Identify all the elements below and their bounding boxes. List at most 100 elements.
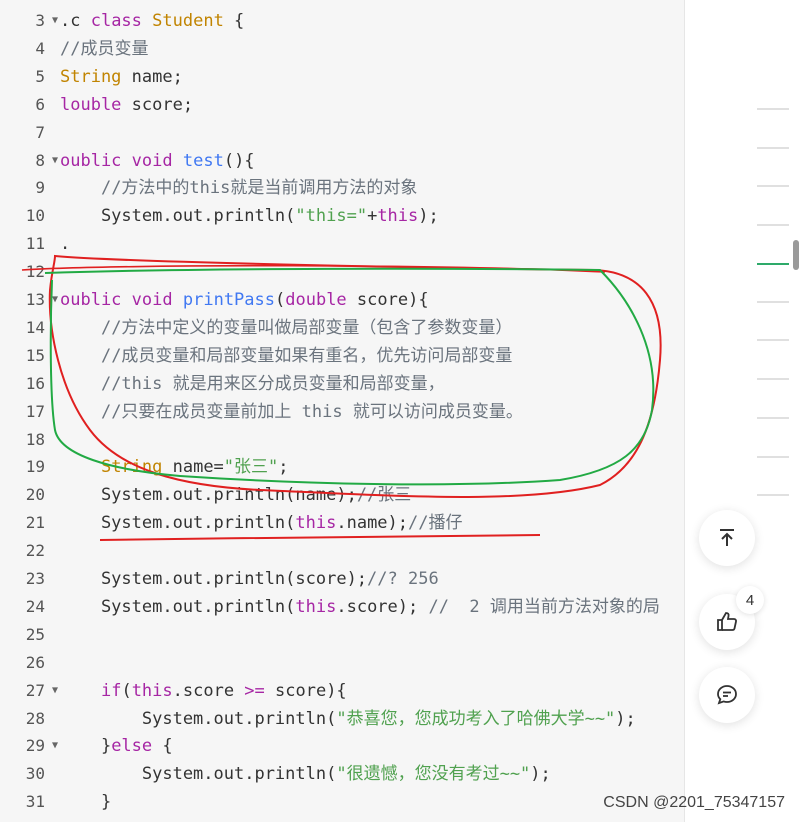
back-to-top-button[interactable] bbox=[699, 510, 755, 566]
code-text: if(this.score >= score){ bbox=[60, 677, 347, 705]
fold-caret-icon[interactable]: ▼ bbox=[52, 286, 58, 314]
code-line[interactable]: 22 bbox=[0, 537, 684, 565]
code-token: ); bbox=[615, 708, 636, 729]
code-token: } bbox=[60, 792, 112, 813]
code-token: score; bbox=[121, 94, 194, 115]
code-text: //只要在成员变量前加上 this 就可以访问成员变量。 bbox=[60, 398, 523, 426]
code-line[interactable]: 24 System.out.println(this.score); // 2 … bbox=[0, 593, 684, 621]
line-number: 23 bbox=[25, 569, 45, 588]
code-line[interactable]: 27 ▼ if(this.score >= score){ bbox=[0, 677, 684, 705]
code-line[interactable]: 31 } bbox=[0, 788, 684, 816]
code-token: this bbox=[377, 206, 419, 227]
line-number: 13 bbox=[25, 290, 45, 309]
thumbs-up-icon bbox=[717, 612, 737, 631]
code-line[interactable]: 4 //成员变量 bbox=[0, 35, 684, 63]
code-token: //方法中定义的变量叫做局部变量（包含了参数变量） bbox=[100, 317, 513, 338]
code-token: printPass bbox=[182, 290, 275, 310]
minimap-tick-active[interactable] bbox=[757, 263, 789, 265]
code-token: ; bbox=[278, 457, 289, 478]
code-line[interactable]: 14 //方法中定义的变量叫做局部变量（包含了参数变量） bbox=[0, 314, 684, 342]
code-line[interactable]: 26 bbox=[0, 649, 684, 677]
fold-caret-icon[interactable]: ▼ bbox=[52, 147, 58, 175]
code-token: //方法中的this就是当前调用方法的对象 bbox=[100, 178, 418, 199]
code-token: score){ bbox=[346, 290, 429, 310]
code-line[interactable]: 5 String name; bbox=[0, 63, 684, 91]
code-text: String name; bbox=[60, 63, 183, 91]
code-line[interactable]: 18 bbox=[0, 426, 684, 454]
code-line[interactable]: 20 System.out.println(name);//张三 bbox=[0, 481, 684, 509]
fold-caret-icon[interactable]: ▼ bbox=[52, 732, 58, 760]
code-token: //? 256 bbox=[367, 569, 439, 589]
line-number: 16 bbox=[25, 373, 45, 393]
comment-button[interactable] bbox=[699, 667, 755, 723]
code-token: .c bbox=[60, 11, 91, 31]
line-number: 19 bbox=[25, 457, 45, 477]
code-text: //成员变量 bbox=[60, 35, 149, 63]
line-number: 5 bbox=[35, 66, 45, 86]
line-number: 14 bbox=[25, 317, 45, 337]
minimap-tick bbox=[757, 108, 789, 110]
code-line[interactable]: 30 System.out.println("很遗憾，您没有考过~~"); bbox=[0, 760, 684, 788]
line-number: 9 bbox=[35, 178, 45, 198]
code-text: oublic void test(){ bbox=[60, 147, 255, 175]
code-text: //方法中的this就是当前调用方法的对象 bbox=[60, 174, 417, 202]
code-token: System.out.println( bbox=[60, 206, 296, 227]
code-line[interactable]: 6 louble score; bbox=[0, 91, 684, 119]
code-token: System.out.println( bbox=[60, 513, 296, 534]
code-line[interactable]: 21 System.out.println(this.name);//播仔 bbox=[0, 509, 684, 537]
code-token: String bbox=[60, 66, 122, 87]
line-number: 4 bbox=[35, 38, 45, 58]
code-text: //方法中定义的变量叫做局部变量（包含了参数变量） bbox=[60, 314, 512, 342]
scrollbar-handle[interactable] bbox=[793, 240, 799, 270]
line-number: 28 bbox=[25, 708, 45, 728]
code-line[interactable]: 19 String name="张三"; bbox=[0, 453, 684, 481]
code-token: System.out.println( bbox=[60, 596, 296, 617]
minimap-tick bbox=[757, 417, 789, 419]
code-line[interactable]: 12 bbox=[0, 258, 684, 286]
fold-caret-icon[interactable]: ▼ bbox=[52, 677, 58, 705]
line-number: 6 bbox=[35, 94, 45, 114]
code-text: //成员变量和局部变量如果有重名，优先访问局部变量 bbox=[60, 342, 512, 370]
code-token: //播仔 bbox=[408, 513, 463, 534]
code-line[interactable]: 16 //this 就是用来区分成员变量和局部变量， bbox=[0, 370, 684, 398]
code-token: Student bbox=[152, 11, 224, 31]
code-line[interactable]: 3 ▼ .c class Student { bbox=[0, 7, 684, 35]
code-line[interactable]: 10 System.out.println("this="+this); bbox=[0, 202, 684, 230]
line-number: 27 bbox=[25, 680, 45, 700]
code-line[interactable]: 28 System.out.println("恭喜您，您成功考入了哈佛大学~~"… bbox=[0, 705, 684, 733]
code-token: ); bbox=[418, 206, 439, 227]
line-number: 3 bbox=[35, 11, 45, 30]
code-line[interactable]: 23 System.out.println(score);//? 256 bbox=[0, 565, 684, 593]
code-editor[interactable]: 3 ▼ .c class Student {4//成员变量 5 String name;… bbox=[0, 0, 684, 822]
line-number: 12 bbox=[25, 262, 45, 282]
code-line[interactable]: 8 ▼ oublic void test(){ bbox=[0, 147, 684, 175]
fold-caret-icon[interactable]: ▼ bbox=[52, 7, 58, 35]
arrow-to-top-icon bbox=[720, 529, 734, 546]
code-line[interactable]: 17 //只要在成员变量前加上 this 就可以访问成员变量。 bbox=[0, 398, 684, 426]
code-text: . bbox=[60, 230, 70, 258]
line-number: 20 bbox=[25, 485, 45, 505]
code-line[interactable]: 15 //成员变量和局部变量如果有重名，优先访问局部变量 bbox=[0, 342, 684, 370]
code-token: this bbox=[131, 680, 173, 701]
code-text: //this 就是用来区分成员变量和局部变量， bbox=[60, 370, 445, 398]
code-line[interactable]: 25 bbox=[0, 621, 684, 649]
code-line[interactable]: 11. bbox=[0, 230, 684, 258]
code-line[interactable]: 7 bbox=[0, 119, 684, 147]
code-line[interactable]: 9 //方法中的this就是当前调用方法的对象 bbox=[0, 174, 684, 202]
code-text: System.out.println(this.name);//播仔 bbox=[60, 509, 463, 537]
code-line[interactable]: 29 ▼ }else { bbox=[0, 732, 684, 760]
code-token: { bbox=[152, 736, 173, 757]
code-text: System.out.println("很遗憾，您没有考过~~"); bbox=[60, 760, 551, 788]
code-text: oublic void printPass(double score){ bbox=[60, 286, 429, 314]
code-line[interactable]: 13 ▼ oublic void printPass(double score){ bbox=[0, 286, 684, 314]
code-token: + bbox=[367, 206, 378, 227]
line-number: 10 bbox=[25, 206, 45, 226]
code-text: .c class Student { bbox=[60, 7, 244, 35]
minimap-tick bbox=[757, 378, 789, 380]
